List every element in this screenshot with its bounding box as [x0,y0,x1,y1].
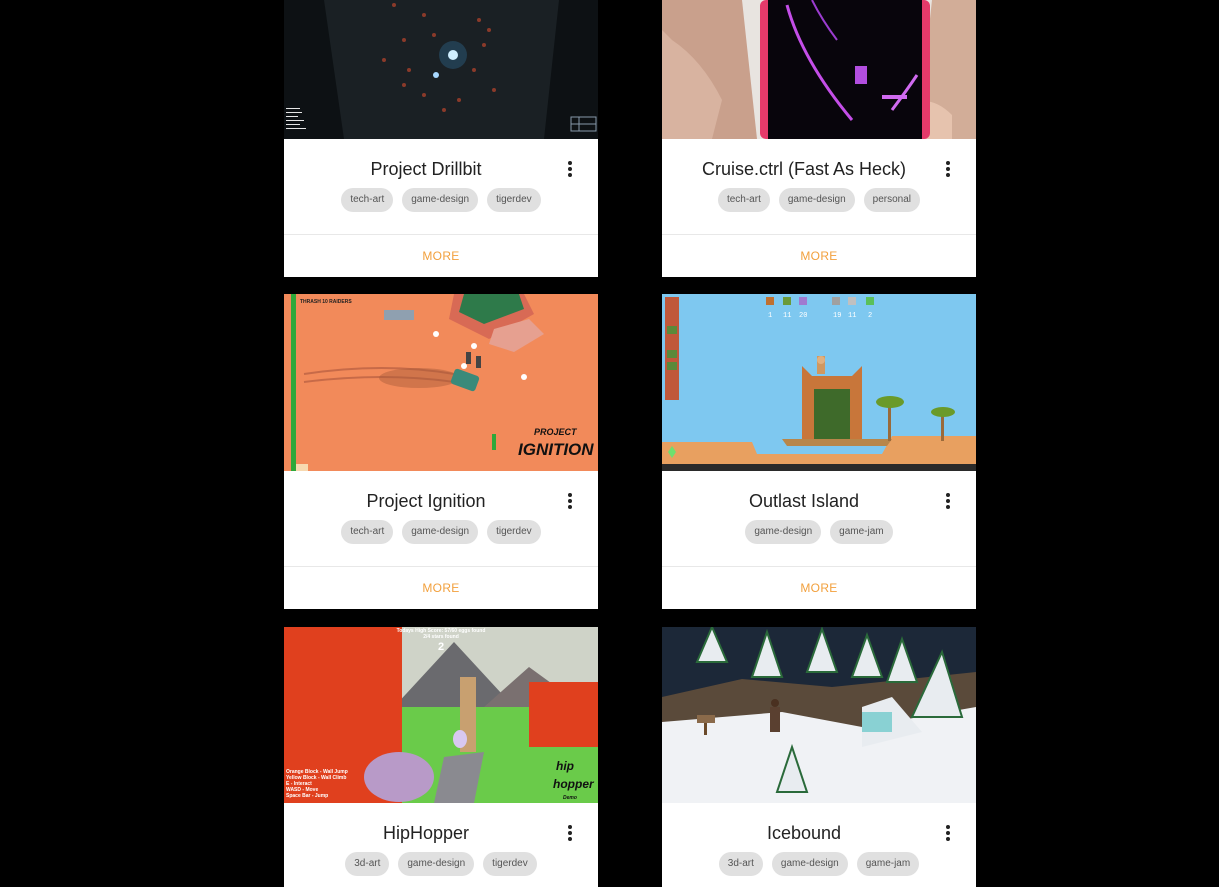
more-vert-icon[interactable] [942,159,954,179]
project-card-outlast-island[interactable]: 1 11 20 19 11 2 Outlast Island game-desi… [662,294,976,609]
image-logo-project: PROJECT [534,427,578,437]
hud-count-4: 19 [833,312,841,320]
card-title: Outlast Island [748,491,860,511]
tag-chip[interactable]: game-design [771,852,848,876]
tag-chip[interactable]: game-design [402,520,479,544]
project-card-ignition[interactable]: THRASH 10 RAIDERS PROJECT IGNITION Proje… [284,294,598,609]
project-thumbnail[interactable]: THRASH 10 RAIDERS PROJECT IGNITION [284,294,598,471]
tag-chip[interactable]: tech-art [717,188,770,212]
more-vert-icon[interactable] [564,159,576,179]
more-vert-icon[interactable] [564,491,576,511]
card-title: Cruise.ctrl (Fast As Heck) [701,159,907,179]
tag-list: tech-art game-design personal [662,188,976,212]
project-thumbnail[interactable]: 1 11 20 19 11 2 [662,294,976,471]
tag-chip[interactable]: game-jam [856,852,920,876]
tag-chip[interactable]: 3d-art [718,852,763,876]
image-logo-demo: Demo [563,795,577,801]
more-vert-icon[interactable] [942,823,954,843]
tag-chip[interactable]: personal [863,188,921,212]
image-text-objective: THRASH 10 RAIDERS [300,299,352,305]
more-button[interactable]: MORE [284,249,598,263]
image-logo-ignition: IGNITION [518,440,594,459]
hud-count-6: 2 [868,312,872,320]
card-divider [662,566,976,567]
hud-controls-5: Space Bar - Jump [286,793,328,799]
more-button[interactable]: MORE [662,249,976,263]
tag-list: tech-art game-design tigerdev [284,188,598,212]
tag-chip[interactable]: game-jam [830,520,893,544]
card-title: HipHopper [382,823,470,843]
tag-chip[interactable]: game-design [402,188,479,212]
more-button[interactable]: MORE [662,581,976,595]
tag-list: 3d-art game-design tigerdev [284,852,598,876]
project-thumbnail[interactable]: Todays High Score: 57/60 eggs found 2/4 … [284,627,598,803]
tag-chip[interactable]: tech-art [341,188,394,212]
hud-stars: 2/4 stars found [423,634,459,640]
project-thumbnail[interactable] [662,627,976,803]
project-card-cruise-ctrl[interactable]: Cruise.ctrl (Fast As Heck) tech-art game… [662,0,976,277]
project-card-drillbit[interactable]: Project Drillbit tech-art game-design ti… [284,0,598,277]
tag-list: 3d-art game-design game-jam [662,852,976,876]
tag-chip[interactable]: tigerdev [487,520,541,544]
tag-list: tech-art game-design tigerdev [284,520,598,544]
hud-count-1: 1 [768,312,772,320]
more-vert-icon[interactable] [942,491,954,511]
project-card-hiphopper[interactable]: Todays High Score: 57/60 eggs found 2/4 … [284,627,598,887]
more-vert-icon[interactable] [564,823,576,843]
tag-chip[interactable]: tigerdev [483,852,537,876]
hud-counter: 2 [438,641,444,653]
card-title: Project Ignition [366,491,486,511]
project-thumbnail[interactable] [662,0,976,139]
tag-list: game-design game-jam [662,520,976,544]
tag-chip[interactable]: game-design [398,852,475,876]
more-button[interactable]: MORE [284,581,598,595]
card-divider [284,566,598,567]
card-title: Project Drillbit [370,159,482,179]
tag-chip[interactable]: tigerdev [487,188,541,212]
image-logo-hip: hip [556,759,574,773]
card-divider [284,234,598,235]
hud-count-5: 11 [848,312,856,320]
tag-chip[interactable]: tech-art [341,520,394,544]
tag-chip[interactable]: game-design [745,520,822,544]
project-card-icebound[interactable]: Icebound 3d-art game-design game-jam [662,627,976,887]
tag-chip[interactable]: game-design [778,188,855,212]
card-title: Icebound [766,823,842,843]
image-logo-hopper: hopper [553,777,595,791]
hud-count-3: 20 [799,312,807,320]
tag-chip[interactable]: 3d-art [345,852,390,876]
card-divider [662,234,976,235]
project-thumbnail[interactable] [284,0,598,139]
hud-count-2: 11 [783,312,791,320]
